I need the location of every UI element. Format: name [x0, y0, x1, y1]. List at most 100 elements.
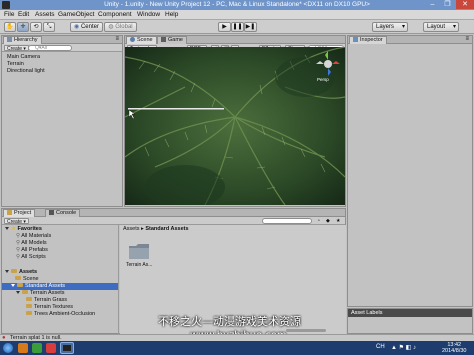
project-folder-tree: ★ Favorites ⚲ All Materials ⚲ All Models… — [2, 225, 119, 334]
inspector-tabstrip: Inspector ≡ — [348, 36, 472, 44]
panel-menu-icon[interactable]: ≡ — [465, 36, 469, 42]
folder-terrain-grass[interactable]: Terrain Grass — [26, 297, 67, 303]
palm-foliage-image — [125, 47, 345, 205]
tab-hierarchy[interactable]: Hierarchy — [3, 36, 42, 44]
favorite-all-prefabs[interactable]: ⚲ All Prefabs — [16, 247, 48, 253]
folder-trees-ambient-occlusion[interactable]: Trees Ambient-Occlusion — [26, 311, 95, 317]
menu-gameobject[interactable]: GameObject — [58, 11, 95, 18]
favorite-label: All Scripts — [21, 254, 46, 260]
menu-window[interactable]: Window — [137, 11, 160, 18]
maximize-button[interactable]: ❐ — [440, 0, 455, 9]
pause-button[interactable]: ❚❚ — [231, 22, 244, 32]
project-search-input[interactable] — [262, 218, 312, 224]
breadcrumb-standard-assets[interactable]: Standard Assets — [145, 226, 188, 232]
menu-file[interactable]: File — [4, 11, 14, 18]
search-icon: ⚲ — [16, 233, 21, 239]
search-icon: ⚲ — [16, 240, 21, 246]
window-title: Unity - 1.unity - New Unity Project 12 -… — [104, 1, 370, 8]
terrain-brush-guide — [128, 108, 224, 110]
main-toolbar: ✋ ✛ ⟲ ⤡ ◉ Center ◍ Global ▶ ❚❚ ▶❚ Layers… — [0, 20, 474, 34]
menu-assets[interactable]: Assets — [35, 11, 55, 18]
folder-label: Scene — [23, 276, 39, 282]
scene-gizmo[interactable]: Persp — [313, 49, 343, 83]
app-taskbar-icon[interactable] — [46, 343, 56, 353]
menu-edit[interactable]: Edit — [18, 11, 29, 18]
folder-standard-assets[interactable]: Standard Assets — [2, 283, 118, 290]
tab-project-label: Project — [14, 210, 32, 216]
menu-component[interactable]: Component — [98, 11, 132, 18]
tab-console[interactable]: Console — [45, 209, 81, 217]
unity-taskbar-button[interactable] — [60, 342, 74, 354]
layout-dropdown[interactable]: Layout ▾ — [423, 22, 459, 32]
breadcrumb-assets[interactable]: Assets — [123, 226, 140, 232]
close-button[interactable]: ✕ — [456, 0, 474, 9]
tab-scene[interactable]: Scene — [126, 36, 157, 44]
gizmo-persp-label: Persp — [317, 77, 329, 82]
step-button[interactable]: ▶❚ — [244, 22, 257, 32]
chevron-down-icon: ▾ — [452, 24, 456, 30]
tab-project[interactable]: Project — [3, 209, 36, 217]
scene-viewport[interactable]: Persp — [125, 47, 345, 205]
favorite-label: All Materials — [21, 233, 52, 239]
space-toggle[interactable]: ◍ Global — [104, 22, 137, 32]
hierarchy-item-terrain[interactable]: Terrain — [7, 61, 24, 67]
star-icon[interactable]: ★ — [336, 218, 340, 224]
minimize-button[interactable]: – — [425, 0, 440, 9]
folder-icon — [26, 304, 32, 308]
hierarchy-item-directional-light[interactable]: Directional light — [7, 68, 45, 74]
hierarchy-tabstrip: Hierarchy ≡ — [2, 36, 122, 44]
zoom-slider[interactable] — [286, 329, 326, 332]
project-create-button[interactable]: Create ▾ — [4, 218, 29, 225]
space-label: Global — [115, 24, 133, 30]
scale-tool-button[interactable]: ⤡ — [43, 22, 55, 32]
folder-terrain-textures[interactable]: Terrain Textures — [26, 304, 73, 310]
search-icon: ⚲ — [16, 247, 21, 253]
favorite-all-models[interactable]: ⚲ All Models — [16, 240, 47, 246]
start-button-icon[interactable] — [3, 343, 13, 353]
pivot-icon: ◉ — [74, 24, 80, 30]
tab-console-label: Console — [56, 210, 77, 216]
asset-item-terrain-assets[interactable] — [128, 242, 150, 260]
move-tool-button[interactable]: ✛ — [17, 22, 29, 32]
hand-tool-button[interactable]: ✋ — [4, 22, 16, 32]
hierarchy-subbar: Create ▾ Q▾All — [2, 44, 122, 52]
console-icon — [49, 210, 54, 215]
axis-gizmo-icon — [316, 51, 340, 76]
favorite-all-scripts[interactable]: ⚲ All Scripts — [16, 254, 46, 260]
rotate-tool-button[interactable]: ⟲ — [30, 22, 42, 32]
unity-app-icon — [63, 345, 71, 351]
app-taskbar-icon[interactable] — [32, 343, 42, 353]
favorite-label: All Prefabs — [21, 247, 48, 253]
pivot-toggle[interactable]: ◉ Center — [70, 22, 103, 32]
info-icon — [353, 37, 358, 42]
asset-labels-header[interactable]: Asset Labels — [348, 309, 472, 317]
filter-type-icon[interactable]: ◔ — [317, 218, 320, 224]
language-indicator[interactable]: CH — [376, 344, 385, 350]
panel-menu-icon[interactable]: ≡ — [115, 36, 119, 42]
explorer-taskbar-icon[interactable] — [18, 343, 28, 353]
tray-icons[interactable]: ▲ ⚑ ◧ ♪ — [391, 344, 416, 351]
tab-inspector[interactable]: Inspector — [349, 36, 387, 44]
folder-icon — [7, 210, 12, 215]
folder-label: Terrain Textures — [34, 304, 74, 310]
hierarchy-create-button[interactable]: Create ▾ — [4, 45, 29, 52]
folder-terrain-assets[interactable]: Terrain Assets — [16, 290, 65, 296]
folder-icon — [15, 276, 21, 280]
layers-label: Layers — [376, 24, 395, 30]
status-bar: ● Terrain splat 1 is null. — [0, 334, 474, 341]
favorites-header[interactable]: ★ Favorites — [5, 226, 42, 232]
layers-dropdown[interactable]: Layers ▾ — [372, 22, 408, 32]
clock[interactable]: 13:42 2014/8/30 — [442, 342, 466, 354]
menu-help[interactable]: Help — [165, 11, 178, 18]
favorite-all-materials[interactable]: ⚲ All Materials — [16, 233, 51, 239]
expand-icon — [5, 270, 9, 273]
assets-header[interactable]: Assets — [5, 269, 37, 275]
hierarchy-search-input[interactable]: Q▾All — [28, 45, 72, 51]
tab-game[interactable]: Game — [157, 36, 187, 44]
folder-scene[interactable]: Scene — [15, 276, 39, 282]
folder-label: Terrain Grass — [34, 297, 68, 303]
play-button[interactable]: ▶ — [218, 22, 231, 32]
hierarchy-item-main-camera[interactable]: Main Camera — [7, 54, 40, 60]
game-icon — [161, 37, 166, 42]
filter-label-icon[interactable]: ◆ — [326, 218, 330, 224]
